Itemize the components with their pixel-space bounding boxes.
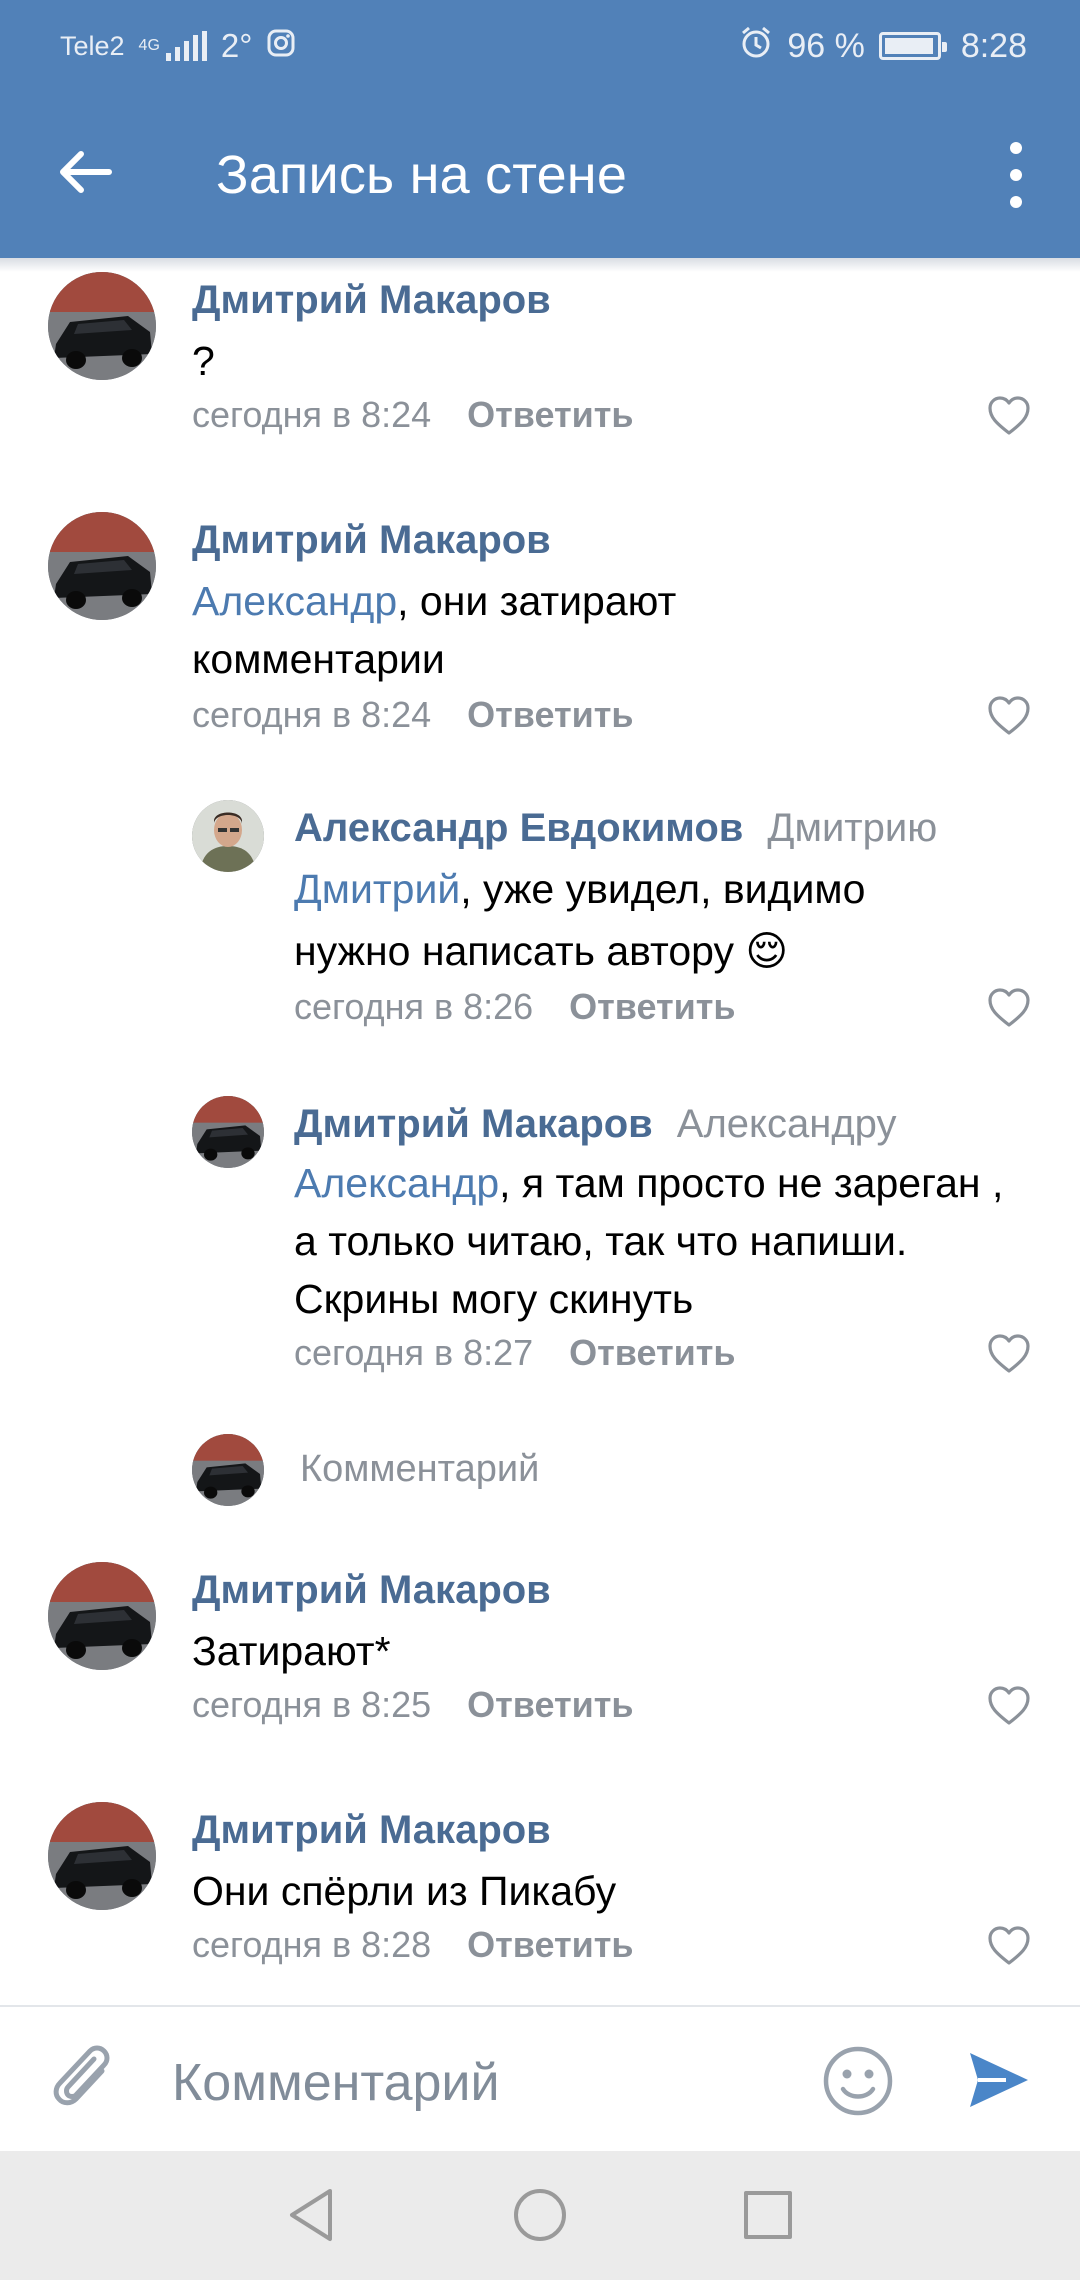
alarm-icon (739, 25, 773, 68)
avatar[interactable] (48, 272, 156, 380)
comment-text: Они спёрли из Пикабу (192, 1868, 617, 1914)
comment-time: сегодня в 8:27 (294, 1332, 534, 1373)
comment-item: Дмитрий Макаров ? сегодня в 8:24 Ответить (0, 270, 1080, 470)
comment-text: Александр, они затирают комментарии (192, 572, 792, 688)
comment-author[interactable]: Дмитрий Макаров (192, 1808, 551, 1853)
comment-item: Дмитрий Макаров Они спёрли из Пикабу сег… (0, 1800, 1080, 2000)
comment-text: ? (192, 338, 215, 384)
heart-outline-icon[interactable] (986, 395, 1032, 437)
mention-link[interactable]: Александр (294, 1160, 499, 1206)
mention-link[interactable]: Александр (192, 578, 397, 624)
heart-outline-icon[interactable] (986, 1685, 1032, 1727)
page-title: Запись на стене (216, 145, 628, 205)
comment-author[interactable]: Дмитрий Макаров Александру (294, 1102, 896, 1147)
nav-home-icon[interactable] (514, 2189, 566, 2241)
more-vertical-icon (1010, 142, 1022, 154)
avatar (192, 1434, 264, 1506)
author-name[interactable]: Дмитрий Макаров (294, 1102, 653, 1146)
comment-meta: сегодня в 8:24 Ответить (192, 694, 634, 736)
reply-to-label[interactable]: Дмитрию (767, 806, 937, 850)
comment-item: Дмитрий Макаров Затирают* сегодня в 8:25… (0, 1560, 1080, 1760)
comment-input[interactable]: Комментарий (172, 2053, 500, 2113)
mention-link[interactable]: Дмитрий (294, 866, 460, 912)
smile-icon[interactable] (822, 2045, 894, 2117)
comment-meta: сегодня в 8:28 Ответить (192, 1924, 634, 1966)
reply-comment-item: Дмитрий Макаров Александру Александр, я т… (0, 1096, 1080, 1386)
top-bar: Tele2 4G 2° 96 % 8:28 Запись на стене (0, 0, 1080, 258)
comment-meta: сегодня в 8:25 Ответить (192, 1684, 634, 1726)
comment-author[interactable]: Дмитрий Макаров (192, 518, 551, 563)
comment-text: Затирают* (192, 1628, 391, 1674)
heart-outline-icon[interactable] (986, 987, 1032, 1029)
avatar[interactable] (48, 1802, 156, 1910)
battery-icon (878, 32, 947, 60)
comment-time: сегодня в 8:26 (294, 986, 534, 1027)
reply-button[interactable]: Ответить (569, 986, 735, 1027)
heart-outline-icon[interactable] (986, 695, 1032, 737)
more-menu-button[interactable] (992, 142, 1040, 208)
comment-item: Дмитрий Макаров Александр, они затирают … (0, 510, 1080, 750)
comment-text: Дмитрий, уже увидел, видимо нужно написа… (294, 858, 934, 982)
reply-button[interactable]: Ответить (467, 694, 633, 735)
nav-recents-icon[interactable] (744, 2191, 792, 2239)
send-icon[interactable] (966, 2047, 1032, 2113)
reply-button[interactable]: Ответить (467, 1924, 633, 1965)
heart-outline-icon[interactable] (986, 1925, 1032, 1967)
reply-button[interactable]: Ответить (569, 1332, 735, 1373)
clock-label: 8:28 (960, 26, 1027, 65)
comment-author[interactable]: Александр Евдокимов Дмитрию (294, 806, 937, 851)
back-button[interactable] (50, 137, 120, 207)
carrier-label: Tele2 (60, 30, 125, 61)
reply-comment-item: Александр Евдокимов Дмитрию Дмитрий, уже … (0, 800, 1080, 1050)
avatar[interactable] (192, 800, 264, 872)
instagram-icon (266, 28, 296, 65)
network-type-label: 4G (138, 37, 160, 54)
comment-time: сегодня в 8:28 (192, 1924, 432, 1965)
comment-time: сегодня в 8:24 (192, 694, 432, 735)
comment-meta: сегодня в 8:27 Ответить (294, 1332, 736, 1374)
thread-reply-field[interactable]: Комментарий (0, 1434, 1080, 1514)
signal-icon (165, 31, 207, 61)
paperclip-icon[interactable] (50, 2041, 120, 2121)
battery-fill (884, 38, 933, 54)
comment-meta: сегодня в 8:24 Ответить (192, 394, 634, 436)
comment-text: Александр, я там просто не зареган , а т… (294, 1154, 1014, 1328)
nav-back-icon[interactable] (286, 2187, 336, 2243)
reply-button[interactable]: Ответить (467, 394, 633, 435)
comment-author[interactable]: Дмитрий Макаров (192, 278, 551, 323)
comment-meta: сегодня в 8:26 Ответить (294, 986, 736, 1028)
heart-outline-icon[interactable] (986, 1333, 1032, 1375)
thread-reply-placeholder[interactable]: Комментарий (300, 1448, 539, 1491)
more-dot (1010, 169, 1022, 181)
battery-percent-label: 96 % (787, 26, 865, 65)
comment-input-bar: Комментарий (0, 2005, 1080, 2151)
status-bar: Tele2 4G 2° 96 % 8:28 (0, 0, 1080, 92)
more-dot (1010, 196, 1022, 208)
reply-button[interactable]: Ответить (467, 1684, 633, 1725)
avatar[interactable] (48, 1562, 156, 1670)
author-name[interactable]: Александр Евдокимов (294, 806, 743, 850)
reply-to-label[interactable]: Александру (677, 1102, 897, 1146)
arrow-left-icon (60, 151, 112, 193)
avatar[interactable] (192, 1096, 264, 1168)
temperature-label: 2° (220, 27, 253, 64)
comment-time: сегодня в 8:25 (192, 1684, 432, 1725)
comment-author[interactable]: Дмитрий Макаров (192, 1568, 551, 1613)
avatar[interactable] (48, 512, 156, 620)
app-bar: Запись на стене (0, 92, 1080, 258)
system-navigation-bar (0, 2151, 1080, 2280)
comment-time: сегодня в 8:24 (192, 394, 432, 435)
